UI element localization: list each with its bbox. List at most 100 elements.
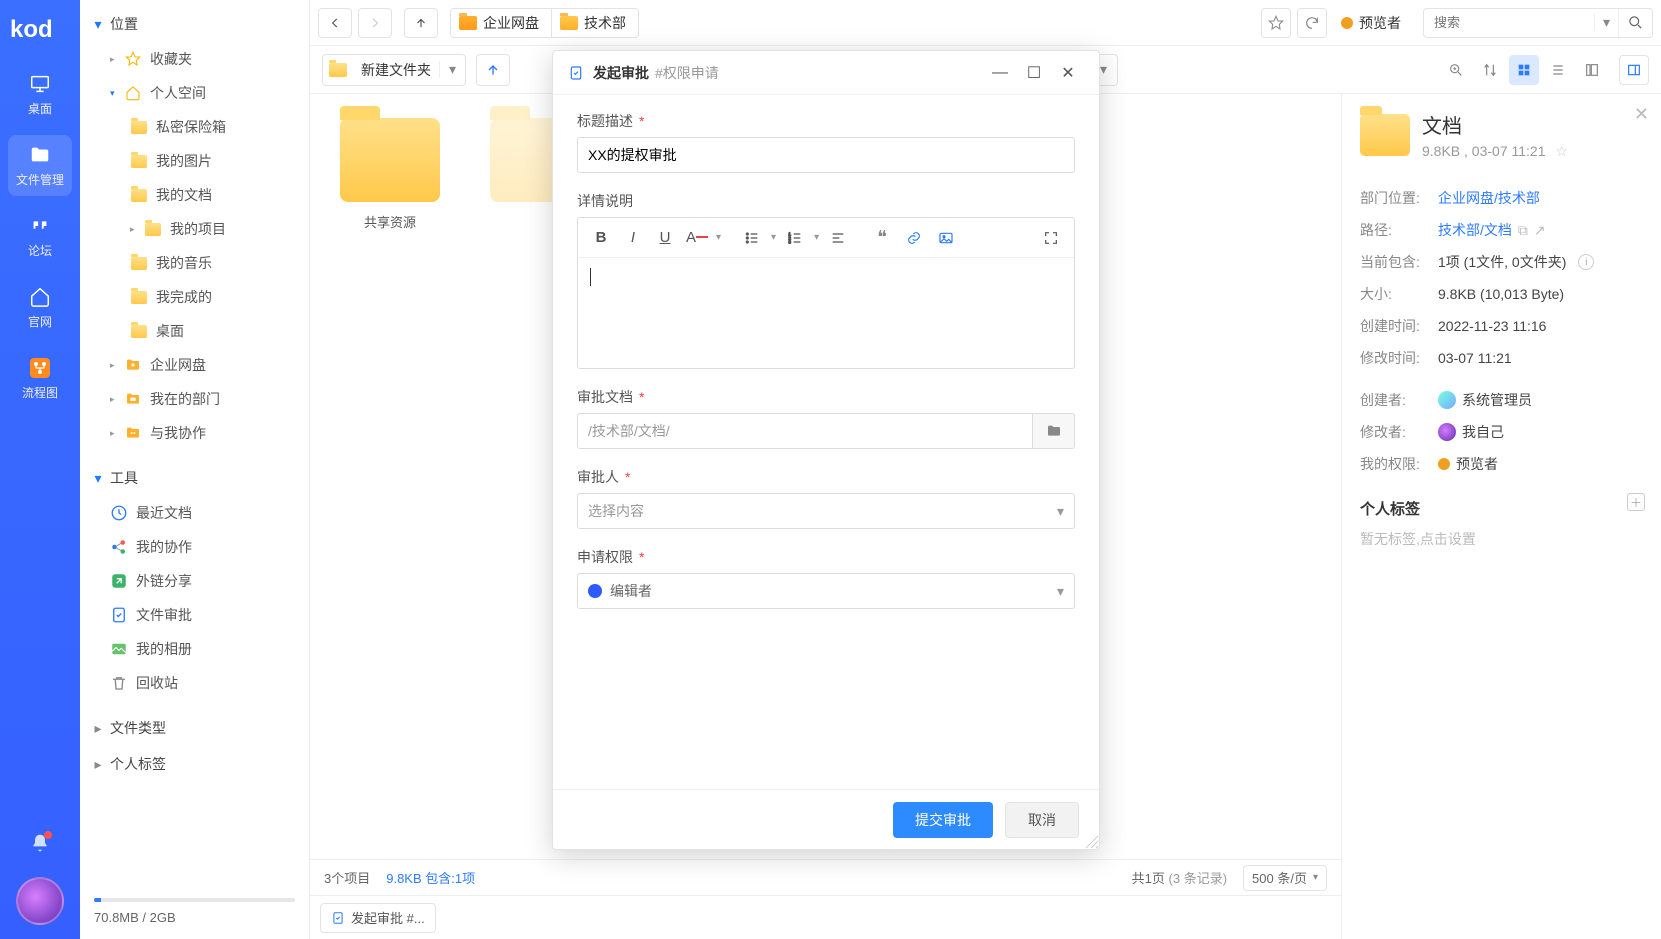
link-path[interactable]: 技术部/文档: [1438, 220, 1512, 240]
tree-item-my-pictures[interactable]: 我的图片: [80, 144, 309, 178]
search-input[interactable]: [1424, 9, 1594, 37]
input-title-desc[interactable]: [588, 138, 1064, 172]
new-folder-button[interactable]: 新建文件夹 ▾: [322, 54, 466, 86]
editor-align-button[interactable]: [825, 225, 851, 251]
tree-item-favorites[interactable]: ▸ 收藏夹: [80, 42, 309, 76]
editor-ol-button[interactable]: 123: [782, 225, 808, 251]
star-button[interactable]: [1261, 8, 1291, 38]
folder-item-shared[interactable]: 共享资源: [330, 118, 450, 231]
details-tags-none[interactable]: 暂无标签,点击设置: [1360, 529, 1643, 549]
chevron-down-icon[interactable]: ▾: [771, 232, 776, 243]
view-grid-button[interactable]: [1509, 55, 1539, 85]
sidebar-tree: ▾ 位置 ▸ 收藏夹 ▾ 个人空间 私密保险箱 我的图片 我的文档 ▸我的项目 …: [80, 0, 310, 939]
editor-quote-button[interactable]: ❝: [869, 225, 895, 251]
tree-item-vault[interactable]: 私密保险箱: [80, 110, 309, 144]
editor-image-button[interactable]: [933, 225, 959, 251]
modal-close-button[interactable]: ✕: [1051, 56, 1085, 90]
nav-forward-button[interactable]: [358, 8, 392, 38]
modal-header[interactable]: 发起审批 #权限申请 — ☐ ✕: [553, 51, 1099, 95]
view-columns-button[interactable]: [1577, 55, 1607, 85]
link-dept-loc[interactable]: 企业网盘/技术部: [1438, 188, 1540, 208]
editor-link-button[interactable]: [901, 225, 927, 251]
tree-item-external-links[interactable]: 外链分享: [80, 564, 309, 598]
external-link-icon[interactable]: ↗: [1534, 222, 1546, 239]
tree-item-my-dept[interactable]: ▸ 我在的部门: [80, 382, 309, 416]
tree-header-tags[interactable]: ▸ 个人标签: [80, 746, 309, 782]
editor-bold-button[interactable]: B: [588, 225, 614, 251]
info-icon[interactable]: i: [1578, 254, 1594, 270]
crumb-enterprise[interactable]: 企业网盘: [450, 8, 552, 38]
add-tag-button[interactable]: ＋: [1627, 493, 1645, 511]
rail-forum[interactable]: 论坛: [8, 206, 72, 267]
status-item-count: 3个项目: [324, 868, 370, 887]
sort-button[interactable]: [1475, 55, 1505, 85]
approval-icon: [110, 606, 128, 624]
copy-icon[interactable]: ⧉: [1518, 222, 1528, 239]
view-list-button[interactable]: [1543, 55, 1573, 85]
tree-header-tools[interactable]: ▾ 工具: [80, 460, 309, 496]
details-tags-title: 个人标签: [1360, 498, 1643, 519]
chevron-down-icon[interactable]: ▾: [716, 232, 721, 243]
tree-item-my-music[interactable]: 我的音乐: [80, 246, 309, 280]
external-icon: [110, 572, 128, 590]
tree-header-location[interactable]: ▾ 位置: [80, 6, 309, 42]
rail-file-manager[interactable]: 文件管理: [8, 135, 72, 196]
tree-header-filetype[interactable]: ▸ 文件类型: [80, 710, 309, 746]
tree-item-my-docs[interactable]: 我的文档: [80, 178, 309, 212]
nav-up-button[interactable]: [404, 8, 438, 38]
editor-body[interactable]: [578, 258, 1074, 368]
editor-ul-button[interactable]: [739, 225, 765, 251]
browse-doc-button[interactable]: [1033, 413, 1075, 449]
modal-minimize-button[interactable]: —: [983, 56, 1017, 90]
refresh-button[interactable]: [1297, 8, 1327, 38]
editor-italic-button[interactable]: I: [620, 225, 646, 251]
submit-approval-button[interactable]: 提交审批: [893, 802, 993, 838]
editor-underline-button[interactable]: U: [652, 225, 678, 251]
tree-item-my-album[interactable]: 我的相册: [80, 632, 309, 666]
modal-maximize-button[interactable]: ☐: [1017, 56, 1051, 90]
chevron-down-icon[interactable]: ▾: [814, 232, 819, 243]
select-permission[interactable]: 编辑者 ▾: [577, 573, 1075, 609]
tree-item-personal[interactable]: ▾ 个人空间: [80, 76, 309, 110]
label-title-desc: 标题描述*: [577, 111, 1075, 131]
tree-item-my-projects[interactable]: ▸我的项目: [80, 212, 309, 246]
toggle-details-button[interactable]: [1619, 55, 1649, 85]
user-avatar[interactable]: [16, 877, 64, 925]
input-approval-doc[interactable]: [588, 414, 1022, 448]
tree-item-trash[interactable]: 回收站: [80, 666, 309, 700]
tree-item-shared-with-me[interactable]: ▸ 与我协作: [80, 416, 309, 450]
select-approver[interactable]: 选择内容 ▾: [577, 493, 1075, 529]
tree-item-desktop-folder[interactable]: 桌面: [80, 314, 309, 348]
crumb-dept[interactable]: 技术部: [551, 8, 639, 38]
new-dropdown[interactable]: ▾: [439, 61, 465, 78]
details-close-button[interactable]: ✕: [1634, 104, 1649, 125]
rail-desktop[interactable]: 桌面: [8, 64, 72, 125]
task-chip-approval[interactable]: 发起审批 #...: [320, 903, 436, 933]
nav-back-button[interactable]: [318, 8, 352, 38]
zoom-button[interactable]: [1441, 55, 1471, 85]
role-dot-icon: [1438, 458, 1450, 470]
cancel-button[interactable]: 取消: [1005, 802, 1079, 838]
label-permission: 申请权限*: [577, 547, 1075, 567]
editor-fullscreen-button[interactable]: [1038, 225, 1064, 251]
page-size-select[interactable]: 500 条/页 ▾: [1243, 865, 1327, 891]
rail-official[interactable]: 官网: [8, 277, 72, 338]
tree-item-recent[interactable]: 最近文档: [80, 496, 309, 530]
rail-flowchart[interactable]: 流程图: [8, 348, 72, 409]
caret-down-icon: ▾: [110, 88, 122, 99]
tree-item-enterprise[interactable]: ▸ 企业网盘: [80, 348, 309, 382]
search-button[interactable]: [1618, 9, 1652, 37]
approval-modal: 发起审批 #权限申请 — ☐ ✕ 标题描述* 详情说明 B I U A ▾ ▾: [552, 50, 1100, 850]
star-outline-icon[interactable]: ☆: [1555, 143, 1568, 159]
upload-button[interactable]: [476, 54, 510, 86]
tree-item-my-done[interactable]: 我完成的: [80, 280, 309, 314]
folder-icon: [130, 118, 148, 136]
search-dropdown[interactable]: ▾: [1594, 14, 1618, 31]
app-logo: kod: [5, 6, 75, 54]
tree-item-my-collab[interactable]: 我的协作: [80, 530, 309, 564]
tree-item-file-approval[interactable]: 文件审批: [80, 598, 309, 632]
notifications-icon[interactable]: [30, 833, 50, 853]
resize-grip-icon[interactable]: [1085, 835, 1099, 849]
search-box[interactable]: ▾: [1423, 8, 1653, 38]
editor-textcolor-button[interactable]: A: [684, 225, 710, 251]
